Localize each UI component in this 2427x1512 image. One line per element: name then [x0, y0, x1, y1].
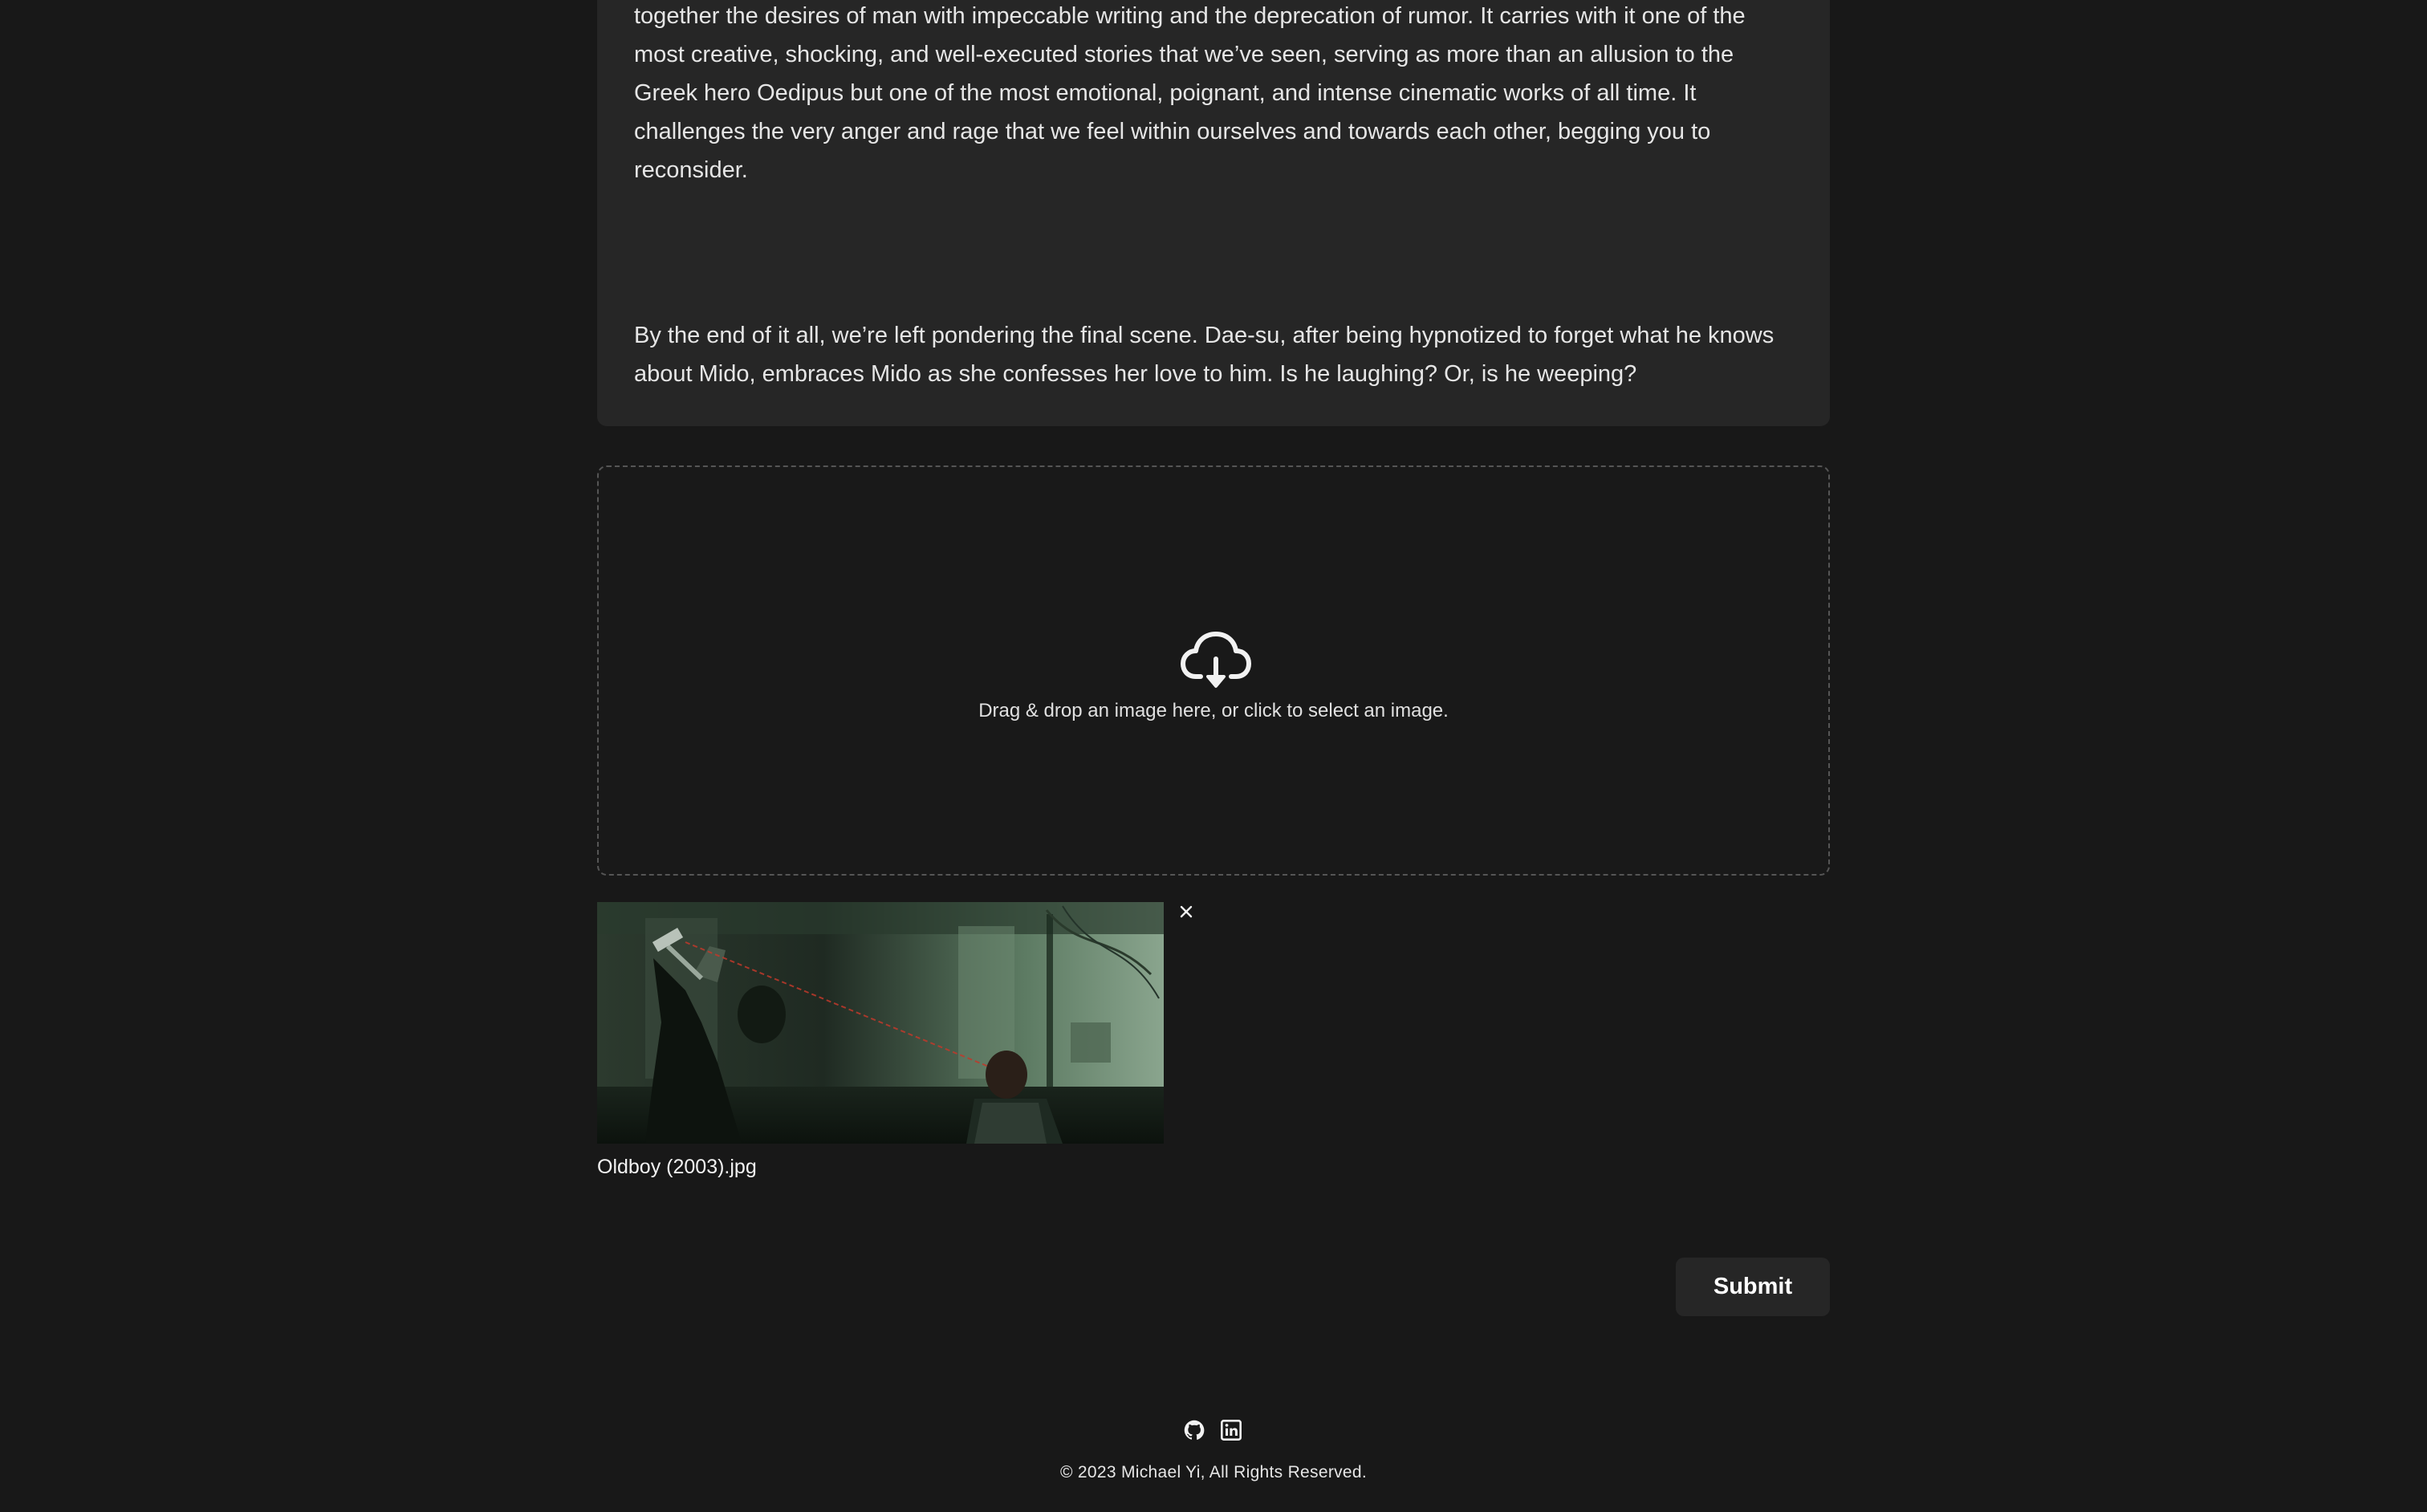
cloud-download-icon [1181, 632, 1251, 688]
github-icon[interactable] [1183, 1419, 1205, 1441]
copyright-text: © 2023 Michael Yi, All Rights Reserved. [1059, 1463, 1368, 1482]
dropzone-instruction: Drag & drop an image here, or click to s… [978, 700, 1449, 721]
social-links [1181, 1419, 1246, 1443]
uploaded-file-name: Oldboy (2003).jpg [597, 1156, 757, 1178]
review-paragraph: By the end of it all, we’re left ponderi… [634, 323, 1775, 387]
film-still-image [597, 902, 1164, 1144]
image-dropzone[interactable]: Drag & drop an image here, or click to s… [597, 465, 1830, 876]
uploaded-image-preview [597, 902, 1164, 1144]
submit-button[interactable]: Submit [1676, 1258, 1830, 1316]
linkedin-icon[interactable] [1220, 1419, 1242, 1441]
page: together the desires of man with impecca… [0, 0, 2427, 1512]
review-paragraph: together the desires of man with impecca… [634, 3, 1746, 183]
review-card: together the desires of man with impecca… [597, 0, 1830, 426]
close-icon[interactable] [1177, 902, 1196, 921]
